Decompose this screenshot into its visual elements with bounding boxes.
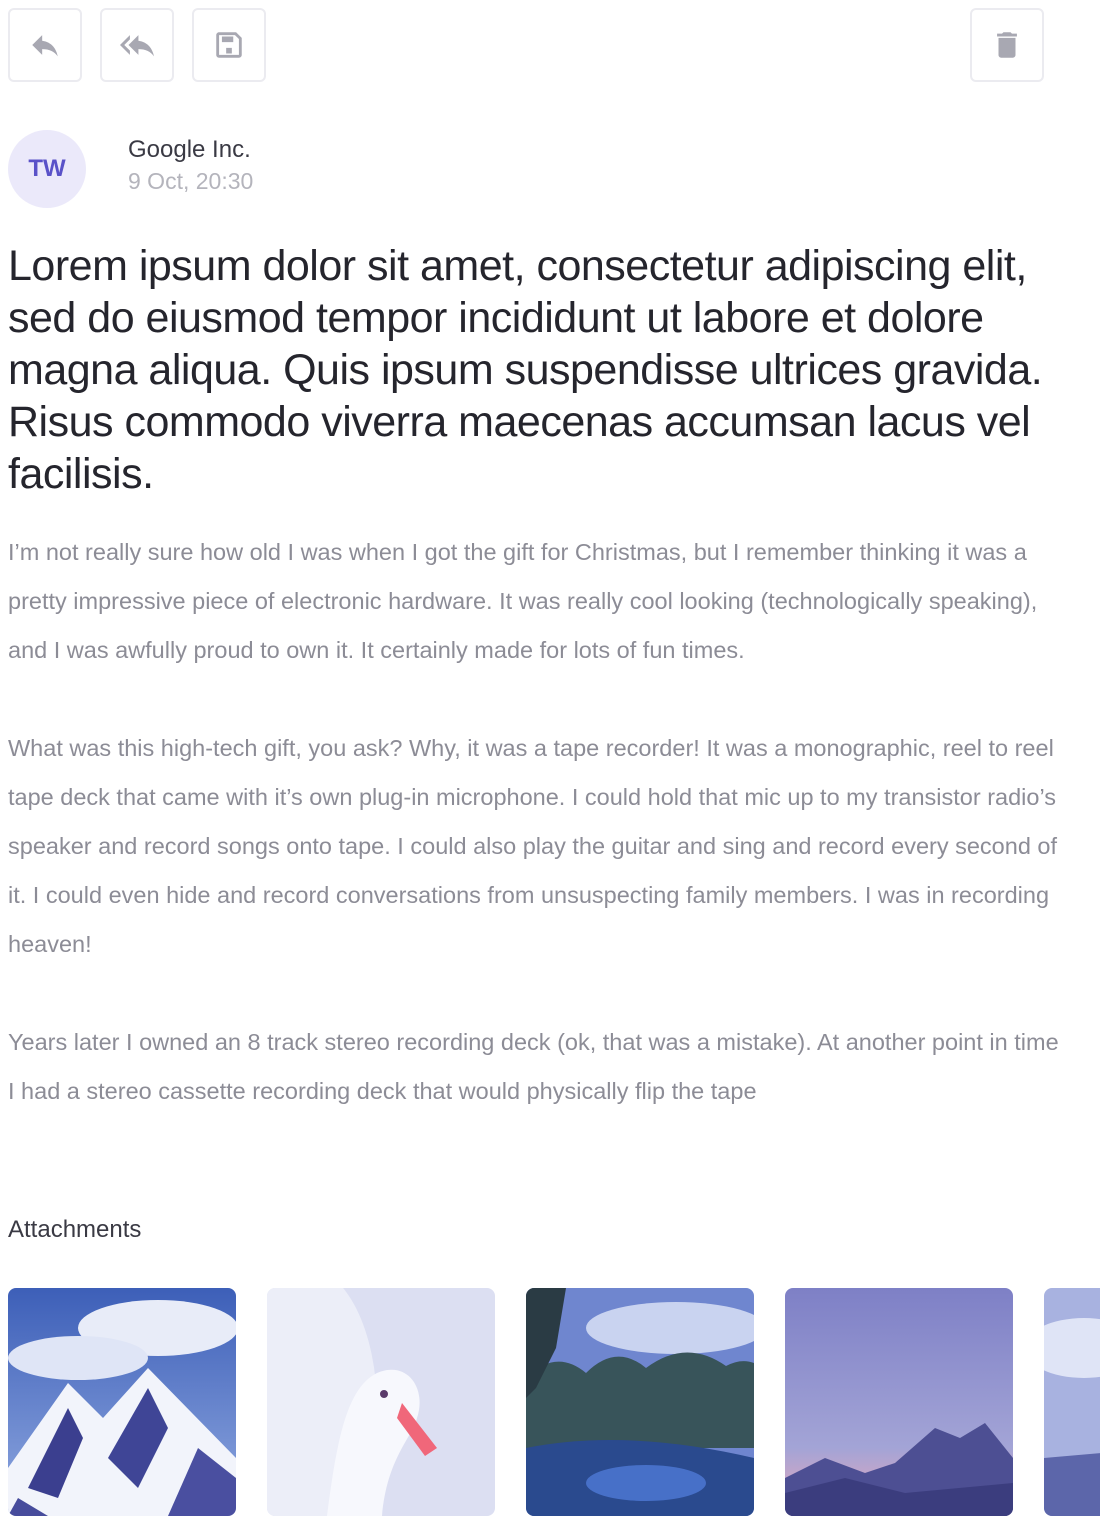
sender-date: 9 Oct, 20:30	[128, 168, 254, 194]
attachment-thumbnail-mountain-dusk[interactable]	[785, 1288, 1013, 1516]
reply-all-button[interactable]	[100, 8, 174, 82]
reply-icon	[32, 35, 58, 57]
attachment-thumbnail-white-goose[interactable]	[267, 1288, 495, 1516]
email-body: I’m not really sure how old I was when I…	[8, 528, 1068, 1165]
reply-all-icon	[120, 35, 154, 57]
email-subject: Lorem ipsum dolor sit amet, consectetur …	[8, 242, 1043, 498]
body-paragraph: I’m not really sure how old I was when I…	[8, 539, 1038, 663]
avatar[interactable]: TW	[8, 130, 86, 208]
attachment-thumbnail-jungle-lake[interactable]	[526, 1288, 754, 1516]
save-button[interactable]	[192, 8, 266, 82]
reply-button[interactable]	[8, 8, 82, 82]
trash-icon	[997, 32, 1017, 58]
delete-button[interactable]	[970, 8, 1044, 82]
body-paragraph: What was this high-tech gift, you ask? W…	[8, 735, 1058, 957]
toolbar	[0, 0, 1100, 100]
attachment-thumbnail-partial[interactable]	[1044, 1288, 1100, 1516]
attachment-thumbnail-snowy-mountain[interactable]	[8, 1288, 236, 1516]
attachments-list	[8, 1288, 1100, 1516]
attachments-title: Attachments	[8, 1216, 142, 1243]
sender-name[interactable]: Google Inc.	[128, 135, 253, 165]
save-icon	[216, 32, 242, 58]
sender-info: Google Inc. 9 Oct, 20:30	[128, 135, 253, 197]
sender-block: TW Google Inc. 9 Oct, 20:30	[8, 130, 253, 208]
body-paragraph: Years later I owned an 8 track stereo re…	[8, 1029, 1059, 1104]
